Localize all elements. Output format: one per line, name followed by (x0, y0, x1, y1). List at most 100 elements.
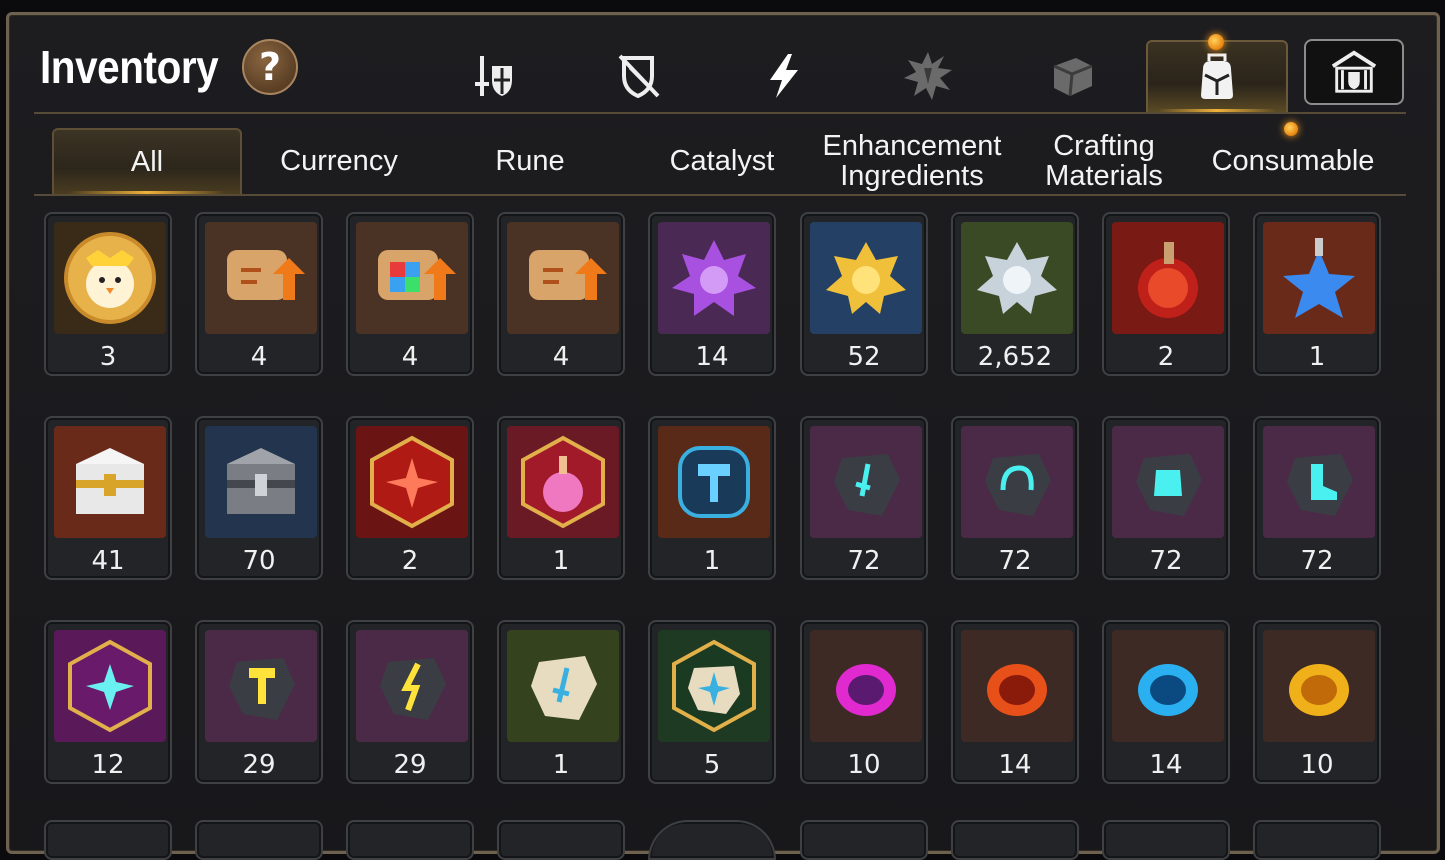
bag-icon (1201, 53, 1233, 99)
blue-orb-icon (1112, 630, 1224, 742)
item-slot[interactable]: 10 (1253, 620, 1381, 784)
help-button[interactable]: ? (242, 39, 298, 95)
guild-storage-icon (1331, 50, 1377, 93)
tab-skill[interactable] (734, 40, 834, 112)
item-slot[interactable]: 2 (346, 416, 474, 580)
item-count: 4 (552, 342, 570, 372)
star-rock-icon (658, 630, 770, 742)
item-slot[interactable]: 72 (951, 416, 1079, 580)
item-count: 1 (552, 750, 570, 780)
item-slot[interactable]: 29 (346, 620, 474, 784)
item-count: 1 (703, 546, 721, 576)
chick-portrait-icon (54, 222, 166, 334)
item-count: 72 (1300, 546, 1334, 576)
subtab-divider (34, 194, 1406, 196)
item-slot-partial[interactable] (800, 820, 928, 860)
pink-potion-icon (507, 426, 619, 538)
help-label: ? (258, 45, 282, 89)
tab-artifact[interactable] (588, 40, 688, 112)
item-slot[interactable]: 1 (1253, 212, 1381, 376)
item-slot-partial[interactable] (951, 820, 1079, 860)
item-slot-partial[interactable] (346, 820, 474, 860)
item-slot[interactable]: 41 (44, 416, 172, 580)
item-slot-partial[interactable] (1253, 820, 1381, 860)
sword-rock-icon (507, 630, 619, 742)
item-count: 52 (847, 342, 881, 372)
item-count: 29 (393, 750, 427, 780)
item-slot[interactable]: 1 (497, 416, 625, 580)
subtab-rune[interactable]: Rune (440, 128, 620, 194)
item-slot-partial[interactable] (44, 820, 172, 860)
item-slot[interactable]: 72 (800, 416, 928, 580)
subtab-label: Currency (280, 145, 398, 177)
subtab-crafting-materials[interactable]: Crafting Materials (1014, 128, 1194, 194)
item-count: 72 (1149, 546, 1183, 576)
item-count: 29 (242, 750, 276, 780)
page-title: Inventory (40, 41, 219, 93)
notification-dot (1284, 122, 1298, 136)
tab-bag[interactable] (1146, 40, 1288, 112)
item-slot[interactable]: 72 (1253, 416, 1381, 580)
item-slot-partial[interactable] (1102, 820, 1230, 860)
item-count: 4 (401, 342, 419, 372)
header-divider (34, 112, 1406, 114)
tab-hero-equipment[interactable] (444, 40, 544, 112)
item-slot[interactable]: 12 (44, 620, 172, 784)
item-slot[interactable]: 14 (648, 212, 776, 376)
item-slot[interactable]: 52 (800, 212, 928, 376)
artifact-icon (618, 54, 660, 99)
item-count: 1 (552, 546, 570, 576)
item-count: 10 (847, 750, 881, 780)
item-count: 41 (91, 546, 125, 576)
item-slot-partial[interactable] (497, 820, 625, 860)
burst-emblem-icon (904, 52, 952, 100)
item-slot[interactable]: 2,652 (951, 212, 1079, 376)
armor-stone-icon (1112, 426, 1224, 538)
item-slot[interactable]: 4 (195, 212, 323, 376)
subtab-label: Crafting Materials (1045, 130, 1163, 192)
item-slot[interactable]: 2 (1102, 212, 1230, 376)
subtab-label: Rune (495, 145, 565, 177)
item-count: 14 (695, 342, 729, 372)
item-count: 5 (703, 750, 721, 780)
subtab-all[interactable]: All (52, 128, 242, 194)
star-stone-icon (54, 630, 166, 742)
item-slot[interactable]: 3 (44, 212, 172, 376)
item-count: 1 (1308, 342, 1326, 372)
tab-materials[interactable] (1022, 40, 1122, 112)
item-slot[interactable]: 14 (1102, 620, 1230, 784)
subtab-catalyst[interactable]: Catalyst (630, 128, 814, 194)
gold-crystal-icon (810, 222, 922, 334)
red-potion-icon (1112, 222, 1224, 334)
item-slot[interactable]: 72 (1102, 416, 1230, 580)
hammer-stone-icon (205, 630, 317, 742)
box-material-icon (1053, 58, 1093, 97)
guild-storage-button[interactable] (1304, 39, 1404, 105)
item-count: 3 (99, 342, 117, 372)
item-slot[interactable]: 1 (648, 416, 776, 580)
item-slot[interactable]: 4 (497, 212, 625, 376)
subtab-label: All (130, 146, 164, 178)
item-count: 12 (91, 750, 125, 780)
subtab-consumable[interactable]: Consumable (1196, 128, 1390, 194)
sword-stone-icon (810, 426, 922, 538)
item-count: 70 (242, 546, 276, 576)
subtab-enhancement-ingredients[interactable]: Enhancement Ingredients (822, 128, 1002, 194)
item-slot-partial[interactable] (648, 820, 776, 860)
item-slot[interactable]: 29 (195, 620, 323, 784)
scroll-upgrade-icon (507, 222, 619, 334)
tab-burst[interactable] (878, 40, 978, 112)
item-slot[interactable]: 4 (346, 212, 474, 376)
red-rune-stone-icon (356, 426, 468, 538)
item-count: 2 (1157, 342, 1175, 372)
subtab-label: Enhancement Ingredients (822, 130, 1002, 192)
item-slot-partial[interactable] (195, 820, 323, 860)
red-orb-icon (961, 630, 1073, 742)
item-slot[interactable]: 10 (800, 620, 928, 784)
item-slot[interactable]: 70 (195, 416, 323, 580)
item-slot[interactable]: 5 (648, 620, 776, 784)
hammer-rune-icon (658, 426, 770, 538)
subtab-currency[interactable]: Currency (250, 128, 428, 194)
item-slot[interactable]: 1 (497, 620, 625, 784)
item-slot[interactable]: 14 (951, 620, 1079, 784)
